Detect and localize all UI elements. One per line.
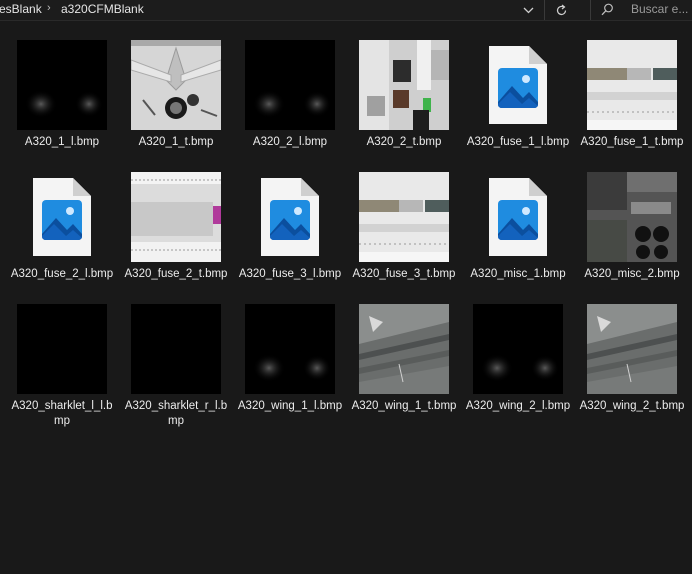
- file-name: A320_2_l.bmp: [252, 136, 328, 148]
- file-name: A320_sharklet_l_l.bmp: [11, 400, 113, 427]
- file-thumbnail: [17, 40, 107, 130]
- file-name: A320_wing_1_l.bmp: [237, 400, 343, 412]
- image-file-icon: [473, 172, 563, 262]
- chevron-down-icon[interactable]: [515, 0, 541, 20]
- file-thumbnail: [359, 172, 449, 262]
- search-box[interactable]: Buscar e...: [590, 0, 692, 20]
- file-item[interactable]: A320_fuse_1_l.bmp: [463, 40, 573, 170]
- file-thumbnail: [245, 304, 335, 394]
- file-name: A320_fuse_2_l.bmp: [10, 268, 114, 280]
- file-item[interactable]: A320_sharklet_r_l.bmp: [121, 304, 231, 434]
- file-item[interactable]: A320_fuse_2_l.bmp: [7, 172, 117, 302]
- file-thumbnail: [131, 172, 221, 262]
- file-item[interactable]: A320_wing_1_l.bmp: [235, 304, 345, 434]
- breadcrumb-parent[interactable]: esBlank: [0, 2, 42, 16]
- refresh-icon[interactable]: [548, 0, 574, 20]
- file-name: A320_1_l.bmp: [24, 136, 100, 148]
- file-name: A320_fuse_3_t.bmp: [352, 268, 456, 280]
- file-name: A320_fuse_2_t.bmp: [124, 268, 228, 280]
- search-placeholder: Buscar e...: [631, 2, 689, 16]
- image-file-icon: [17, 172, 107, 262]
- file-thumbnail: [131, 304, 221, 394]
- file-name: A320_fuse_3_l.bmp: [238, 268, 342, 280]
- file-thumbnail: [587, 172, 677, 262]
- file-thumbnail: [587, 304, 677, 394]
- file-item[interactable]: A320_fuse_3_t.bmp: [349, 172, 459, 302]
- file-item[interactable]: A320_misc_1.bmp: [463, 172, 573, 302]
- file-thumbnail: [473, 304, 563, 394]
- breadcrumb-current[interactable]: a320CFMBlank: [61, 2, 144, 16]
- search-icon: [601, 3, 614, 19]
- file-thumbnail: [359, 304, 449, 394]
- address-bar: esBlank › a320CFMBlank Buscar e...: [0, 0, 692, 21]
- file-name: A320_wing_2_l.bmp: [465, 400, 571, 412]
- file-item[interactable]: A320_fuse_2_t.bmp: [121, 172, 231, 302]
- file-name: A320_wing_2_t.bmp: [579, 400, 685, 412]
- file-thumbnail: [245, 40, 335, 130]
- file-thumbnail: [17, 304, 107, 394]
- image-file-icon: [473, 40, 563, 130]
- file-item[interactable]: A320_fuse_3_l.bmp: [235, 172, 345, 302]
- file-item[interactable]: A320_misc_2.bmp: [577, 172, 687, 302]
- file-thumbnail: [359, 40, 449, 130]
- file-name: A320_misc_1.bmp: [470, 268, 566, 280]
- file-name: A320_wing_1_t.bmp: [351, 400, 457, 412]
- toolbar-divider: [544, 0, 545, 20]
- file-name: A320_fuse_1_l.bmp: [466, 136, 570, 148]
- file-name: A320_fuse_1_t.bmp: [580, 136, 684, 148]
- file-item[interactable]: A320_2_t.bmp: [349, 40, 459, 170]
- file-item[interactable]: A320_wing_1_t.bmp: [349, 304, 459, 434]
- file-name: A320_misc_2.bmp: [584, 268, 680, 280]
- file-item[interactable]: A320_wing_2_t.bmp: [577, 304, 687, 434]
- breadcrumb-separator-icon: ›: [47, 2, 51, 14]
- file-item[interactable]: A320_1_t.bmp: [121, 40, 231, 170]
- file-thumbnail: [131, 40, 221, 130]
- file-item[interactable]: A320_fuse_1_t.bmp: [577, 40, 687, 170]
- file-item[interactable]: A320_wing_2_l.bmp: [463, 304, 573, 434]
- file-item[interactable]: A320_1_l.bmp: [7, 40, 117, 170]
- image-file-icon: [245, 172, 335, 262]
- file-item[interactable]: A320_2_l.bmp: [235, 40, 345, 170]
- file-thumbnail: [587, 40, 677, 130]
- file-name: A320_2_t.bmp: [366, 136, 442, 148]
- file-item[interactable]: A320_sharklet_l_l.bmp: [7, 304, 117, 434]
- file-name: A320_sharklet_r_l.bmp: [124, 400, 228, 427]
- file-name: A320_1_t.bmp: [138, 136, 214, 148]
